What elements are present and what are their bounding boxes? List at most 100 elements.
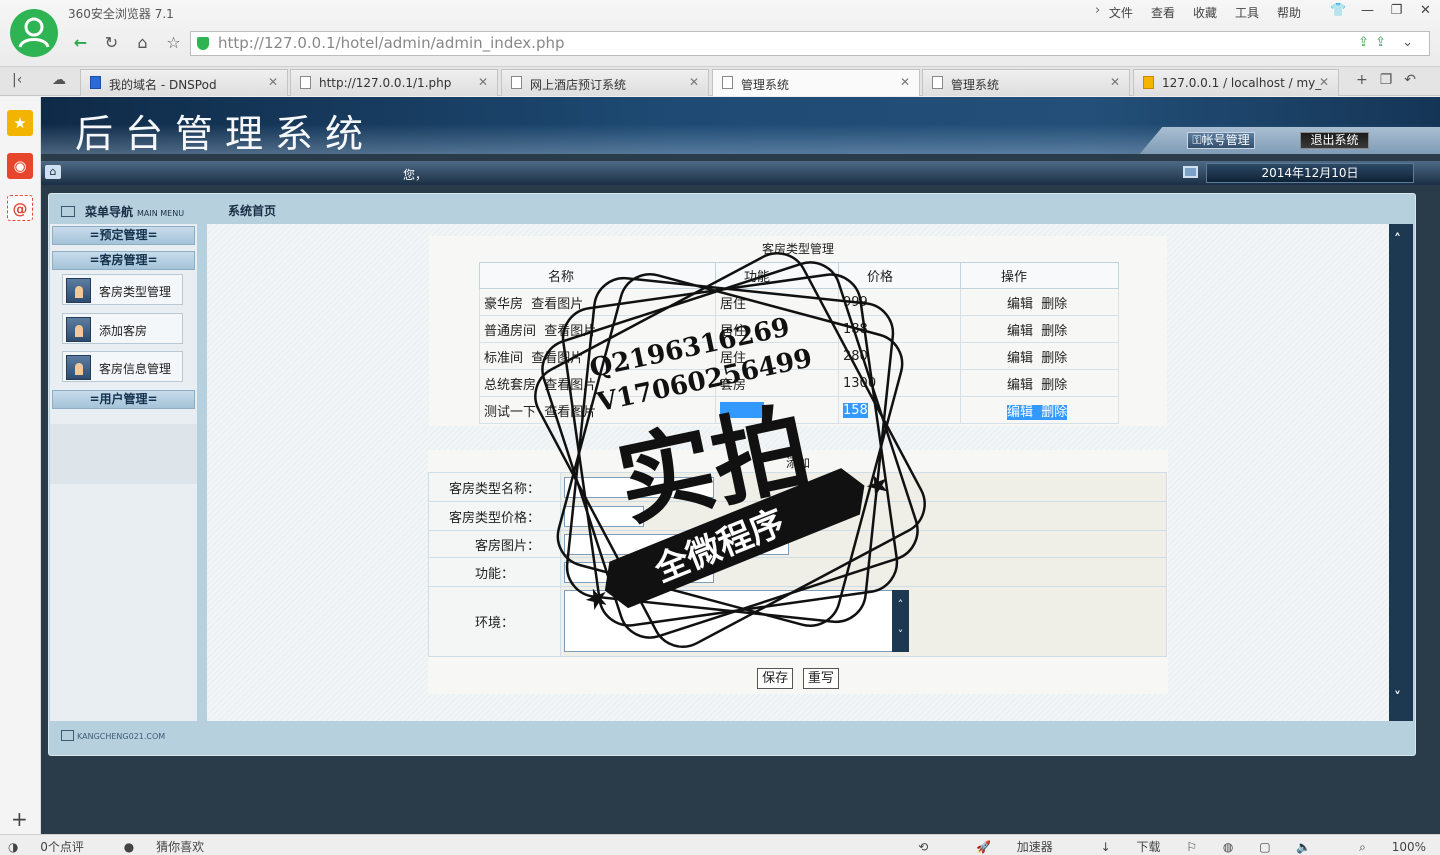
menu-file[interactable]: 文件: [1100, 4, 1142, 21]
menu-favorites[interactable]: 收藏: [1184, 4, 1226, 21]
tab-admin-active[interactable]: 管理系统 ✕: [712, 69, 920, 96]
delete-link[interactable]: 删除: [1041, 351, 1067, 366]
view-image-link[interactable]: 查看图片: [544, 378, 596, 393]
reset-button[interactable]: 重写: [802, 668, 839, 689]
room-function-cell: 套房: [715, 369, 839, 397]
textarea-scrollbar[interactable]: ˄ ˅: [892, 589, 909, 652]
edit-link[interactable]: 编辑: [1007, 378, 1033, 393]
page-favicon-icon: [511, 76, 522, 89]
image-file-input[interactable]: [564, 533, 789, 555]
tab-close-icon[interactable]: ✕: [1110, 75, 1120, 89]
zoom-level[interactable]: ⌕ 100%: [1337, 840, 1426, 854]
view-image-link[interactable]: 查看图片: [531, 297, 583, 312]
tab-admin[interactable]: 管理系统 ✕: [922, 69, 1130, 96]
content-scrollbar[interactable]: ˄ ˅: [1389, 224, 1413, 721]
maximize-icon[interactable]: ❐: [1382, 0, 1411, 22]
sidebar-section-booking[interactable]: =预定管理=: [52, 226, 195, 245]
refresh-icon[interactable]: ↻: [99, 31, 124, 55]
save-button[interactable]: 保存: [757, 668, 794, 689]
delete-link[interactable]: 删除: [1041, 378, 1067, 393]
sidebar-item-room-types[interactable]: 客房类型管理: [62, 274, 183, 305]
scroll-up-icon[interactable]: ˄: [1394, 232, 1401, 248]
tab-dnspod[interactable]: 我的域名 - DNSPod ✕: [80, 69, 288, 96]
room-price-cell: 999: [838, 288, 961, 316]
environment-textarea[interactable]: ˄ ˅: [564, 589, 909, 652]
weibo-icon[interactable]: ◉: [7, 153, 33, 179]
mail-icon[interactable]: @: [7, 195, 33, 221]
edit-link[interactable]: 编辑: [1007, 351, 1033, 366]
address-bar[interactable]: http://127.0.0.1/hotel/admin/admin_index…: [190, 31, 1430, 56]
collapse-sidebar-icon[interactable]: |‹: [12, 72, 22, 88]
skin-icon[interactable]: 👕: [1324, 0, 1353, 22]
type-name-label: 客房类型名称：: [428, 472, 561, 502]
undo-close-icon[interactable]: ↶: [1404, 72, 1428, 88]
tab-phpmyadmin[interactable]: 127.0.0.1 / localhost / my_ ✕: [1133, 69, 1339, 96]
new-tab-icon[interactable]: +: [1356, 72, 1380, 88]
view-image-link[interactable]: 查看图片: [544, 324, 596, 339]
breadcrumb[interactable]: 系统首页: [228, 202, 276, 219]
back-arrow-icon[interactable]: ←: [68, 31, 93, 55]
history-icon[interactable]: ⟲: [918, 840, 928, 854]
tab-close-icon[interactable]: ✕: [900, 75, 910, 89]
add-sidebar-item-icon[interactable]: +: [11, 807, 28, 831]
sidebar-item-room-info[interactable]: 客房信息管理: [62, 351, 183, 382]
view-image-link[interactable]: 查看图片: [544, 405, 596, 420]
download-button[interactable]: ↓ 下载: [1079, 840, 1161, 854]
tab-list-icon[interactable]: ❐: [1380, 72, 1405, 88]
greeting-text: 您，: [403, 168, 428, 182]
flag-icon[interactable]: ⚐: [1186, 840, 1197, 854]
type-name-input[interactable]: [564, 476, 714, 498]
favorites-star-icon[interactable]: ★: [7, 110, 33, 136]
column-header: 价格: [838, 262, 961, 289]
table-row: 测试一下 查看图片 158 编辑 删除: [479, 396, 1119, 424]
window-icon[interactable]: ▢: [1259, 840, 1270, 854]
recommendations-link[interactable]: ● 猜你喜欢: [124, 840, 222, 854]
scroll-down-icon[interactable]: ˅: [1394, 690, 1401, 706]
sound-icon[interactable]: 🔈: [1296, 840, 1311, 854]
menu-tools[interactable]: 工具: [1226, 4, 1268, 21]
edit-link[interactable]: 编辑: [1007, 297, 1033, 312]
tab-close-icon[interactable]: ✕: [478, 75, 488, 89]
menu-help[interactable]: 帮助: [1268, 4, 1310, 21]
home-icon[interactable]: ⌂: [130, 31, 155, 55]
share-icons[interactable]: ⇪⇪ ⌄: [1358, 35, 1419, 50]
logout-button[interactable]: 退出系统: [1300, 132, 1369, 149]
delete-link[interactable]: 删除: [1041, 405, 1067, 420]
actions-cell: 编辑 删除: [960, 315, 1119, 343]
table-header-row: 名称 功能 价格 操作: [479, 262, 1119, 289]
delete-link[interactable]: 删除: [1041, 324, 1067, 339]
home-icon[interactable]: ⌂: [45, 165, 61, 179]
tab-1php[interactable]: http://127.0.0.1/1.php ✕: [290, 69, 498, 96]
star-bookmark-icon[interactable]: ☆: [161, 31, 186, 55]
accelerator-button[interactable]: 🚀 加速器: [954, 840, 1053, 854]
function-input[interactable]: [564, 561, 714, 583]
edit-link[interactable]: 编辑: [1007, 324, 1033, 339]
tab-close-icon[interactable]: ✕: [1319, 75, 1329, 89]
close-window-icon[interactable]: ✕: [1411, 0, 1440, 22]
user-avatar-icon[interactable]: [10, 9, 58, 57]
delete-link[interactable]: 删除: [1041, 297, 1067, 312]
circle-icon: ●: [123, 840, 139, 854]
ie-mode-icon[interactable]: ◍: [1223, 840, 1233, 854]
cloud-icon[interactable]: ☁: [52, 72, 66, 88]
tab-close-icon[interactable]: ✕: [689, 75, 699, 89]
menu-view[interactable]: 查看: [1142, 4, 1184, 21]
browser-menu-bar: 文件 查看 收藏 工具 帮助: [1100, 4, 1310, 21]
type-price-input[interactable]: [564, 505, 644, 527]
reviews-count[interactable]: ◑ 0个点评: [8, 840, 102, 854]
account-management-button[interactable]: ⚿帐号管理: [1187, 132, 1255, 149]
edit-link[interactable]: 编辑: [1007, 405, 1033, 420]
sidebar-item-add-room[interactable]: 添加客房: [62, 313, 183, 344]
footer-logo: KANGCHENG021.COM: [61, 730, 165, 741]
sidebar-section-rooms[interactable]: =客房管理=: [52, 251, 195, 270]
url-text[interactable]: http://127.0.0.1/hotel/admin/admin_index…: [218, 34, 565, 52]
sidebar-section-users[interactable]: =用户管理=: [52, 390, 195, 409]
column-header: 操作: [960, 262, 1119, 289]
site-logo-icon: [61, 730, 74, 741]
tab-hotel-booking[interactable]: 网上酒店预订系统 ✕: [501, 69, 709, 96]
tab-close-icon[interactable]: ✕: [268, 75, 278, 89]
current-date: 2014年12月10日: [1206, 163, 1414, 183]
view-image-link[interactable]: 查看图片: [531, 351, 583, 366]
function-label: 功能：: [428, 557, 561, 587]
minimize-icon[interactable]: —: [1353, 0, 1382, 22]
